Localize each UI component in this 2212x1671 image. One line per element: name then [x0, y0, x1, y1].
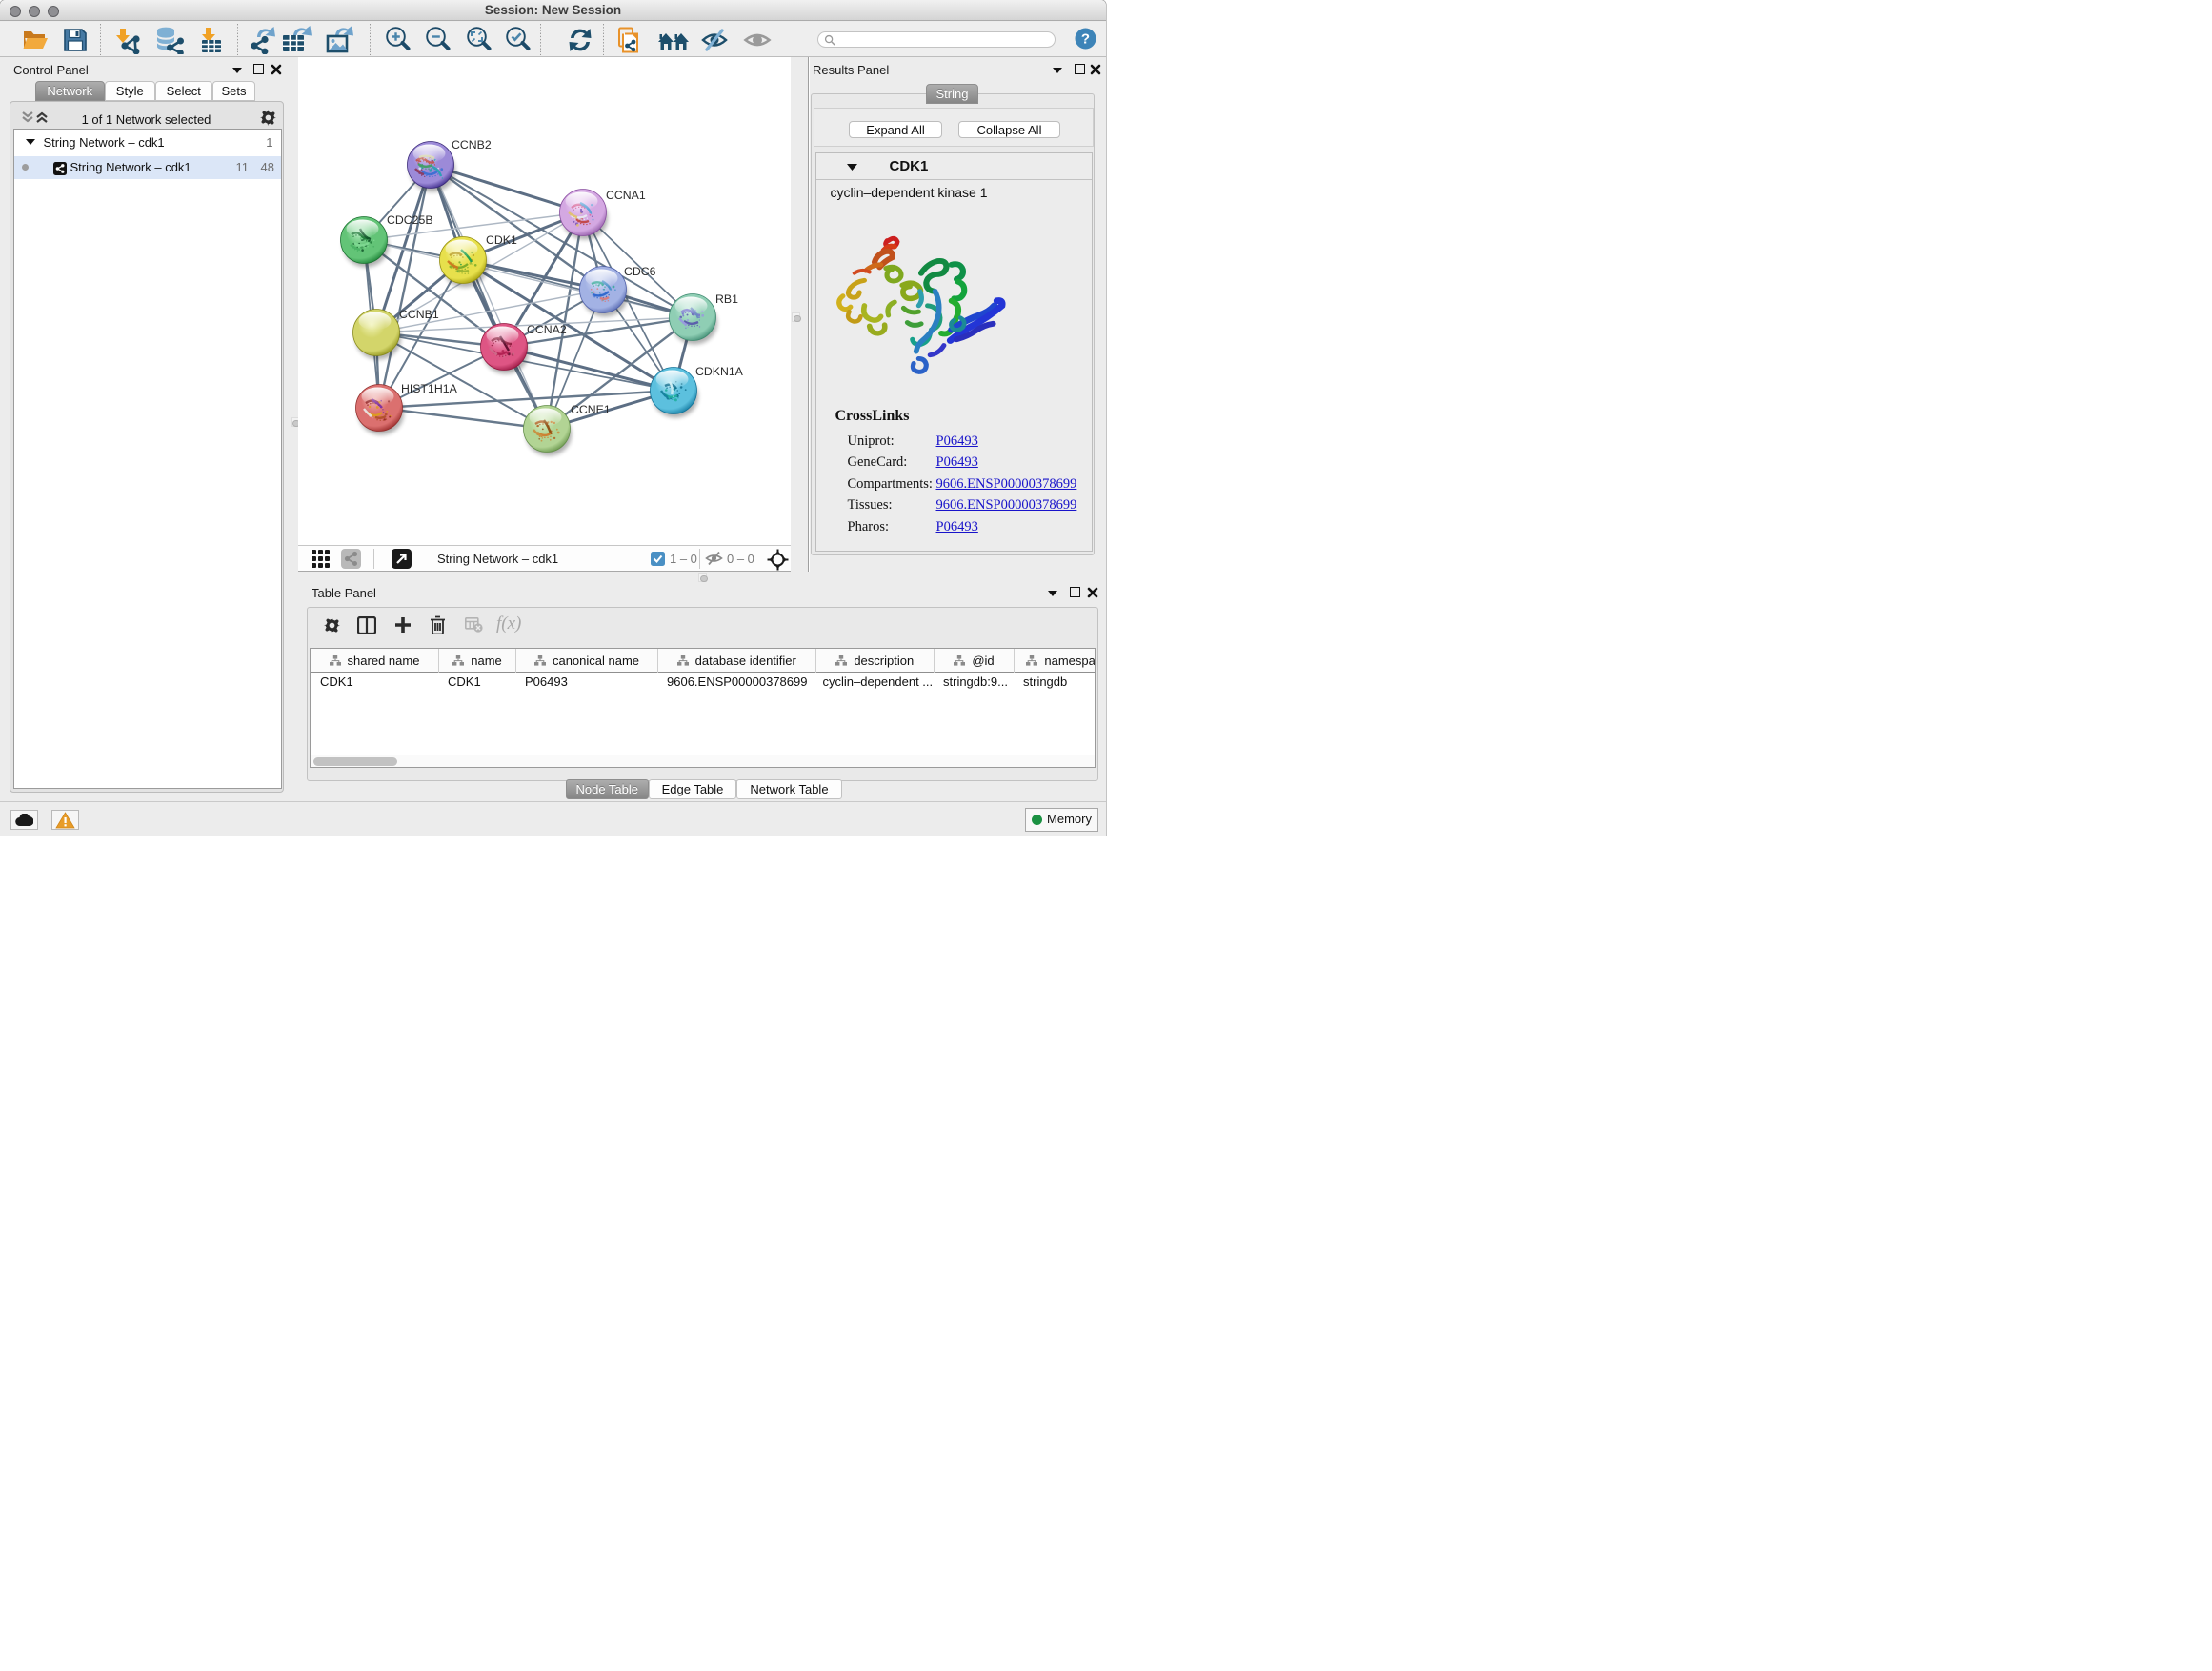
svg-text:CDK1: CDK1: [486, 233, 517, 247]
svg-text:CDC25B: CDC25B: [387, 213, 433, 227]
svg-text:CCNE1: CCNE1: [571, 403, 611, 416]
svg-text:RB1: RB1: [715, 292, 738, 306]
svg-text:?: ?: [1081, 31, 1090, 48]
svg-text:CCNB1: CCNB1: [399, 308, 439, 321]
svg-text:CCNB2: CCNB2: [452, 138, 492, 151]
svg-text:CDKN1A: CDKN1A: [695, 365, 744, 378]
svg-text:HIST1H1A: HIST1H1A: [401, 382, 458, 395]
svg-text:CDC6: CDC6: [624, 265, 656, 278]
svg-text:CCNA2: CCNA2: [527, 323, 567, 336]
svg-text:CCNA1: CCNA1: [606, 189, 646, 202]
